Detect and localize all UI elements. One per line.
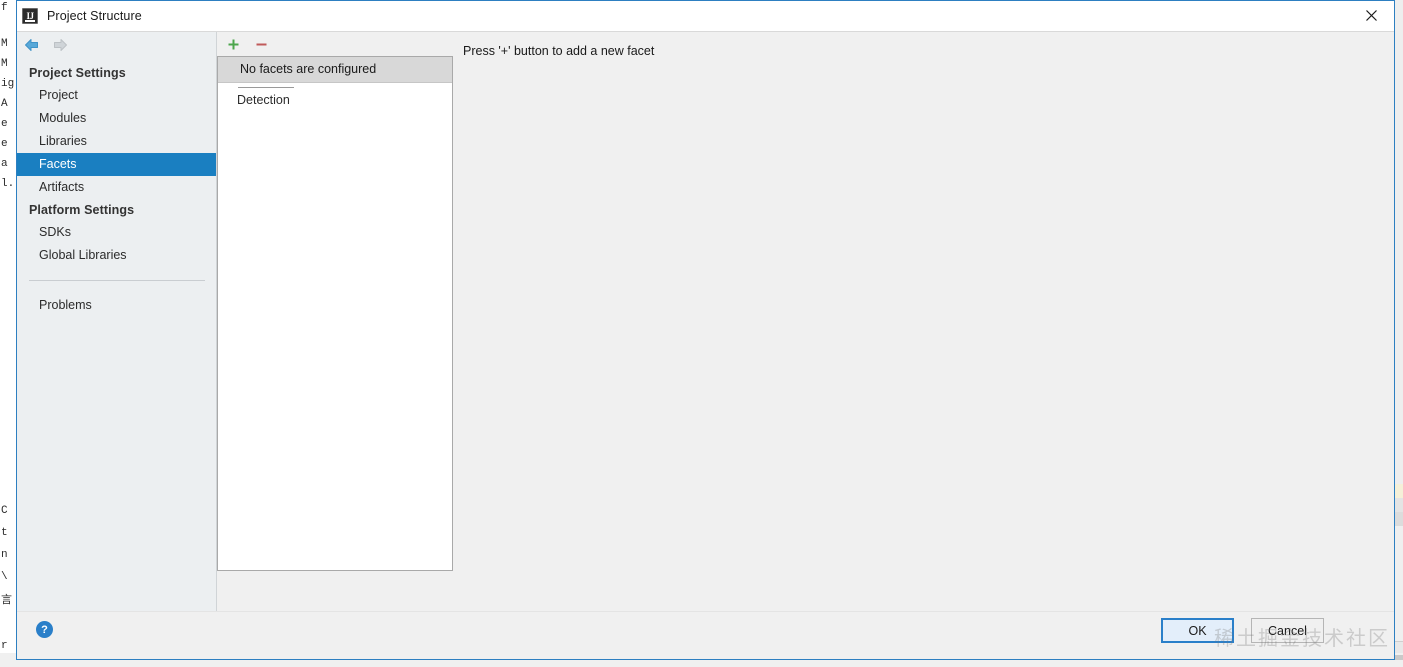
sidebar-item-modules[interactable]: Modules <box>17 107 216 130</box>
background-text-fragment: a <box>1 158 8 170</box>
background-text-fragment: e <box>1 138 8 150</box>
background-text-fragment: 言 <box>1 595 12 607</box>
background-text-fragment: ig <box>1 78 15 90</box>
background-text-fragment: A <box>1 98 8 110</box>
dialog-footer: ? OK Cancel 稀土掘金技术社区 <box>17 611 1394 659</box>
background-text-fragment: r <box>1 640 8 652</box>
minus-icon[interactable] <box>253 36 269 52</box>
sidebar-divider <box>29 280 205 281</box>
background-editor-left-sliver: f M Mig Ae e a l. Ct n \ 言 r <box>0 0 16 667</box>
background-text-fragment: e <box>1 118 8 130</box>
arrow-left-icon[interactable] <box>23 37 41 53</box>
dialog-titlebar: Project Structure <box>17 1 1394 31</box>
sidebar-list: Project Settings Project Modules Librari… <box>17 58 216 317</box>
background-text-fragment: M <box>1 58 8 70</box>
background-text-fragment: \ <box>1 571 8 583</box>
dialog-body: Project Settings Project Modules Librari… <box>17 31 1394 611</box>
facets-list-panel: No facets are configured Detection <box>217 32 453 611</box>
project-structure-dialog: Project Structure <box>16 0 1395 660</box>
close-icon[interactable] <box>1349 1 1394 30</box>
facet-detail-panel: Press '+' button to add a new facet <box>453 32 1394 611</box>
sidebar-item-sdks[interactable]: SDKs <box>17 221 216 244</box>
facets-toolbar <box>217 32 453 56</box>
facets-empty-header[interactable]: No facets are configured <box>218 57 452 83</box>
navigation-arrows <box>17 32 216 58</box>
facet-hint-text: Press '+' button to add a new facet <box>463 44 655 58</box>
arrow-right-icon <box>51 37 69 53</box>
sidebar-item-libraries[interactable]: Libraries <box>17 130 216 153</box>
sidebar-group-project-settings: Project Settings <box>29 66 126 80</box>
plus-icon[interactable] <box>225 36 241 52</box>
background-text-fragment: l. <box>1 178 15 190</box>
sidebar-item-facets[interactable]: Facets <box>17 153 216 176</box>
dialog-title: Project Structure <box>47 9 142 23</box>
facets-tree[interactable]: No facets are configured Detection <box>217 56 453 571</box>
sidebar-item-artifacts[interactable]: Artifacts <box>17 176 216 199</box>
background-text-fragment: t <box>1 527 8 539</box>
sidebar-item-problems[interactable]: Problems <box>17 294 216 317</box>
intellij-idea-icon <box>22 8 38 24</box>
facets-item-detection[interactable]: Detection <box>218 88 452 113</box>
sidebar-item-global-libraries[interactable]: Global Libraries <box>17 244 216 267</box>
background-text-fragment: C <box>1 505 8 517</box>
settings-sidebar: Project Settings Project Modules Librari… <box>17 32 217 611</box>
ok-button[interactable]: OK <box>1161 618 1234 643</box>
background-text-fragment: n <box>1 549 8 561</box>
help-circle-icon[interactable]: ? <box>36 621 53 638</box>
sidebar-item-project[interactable]: Project <box>17 84 216 107</box>
background-text-fragment: f <box>1 2 8 14</box>
cancel-button[interactable]: Cancel <box>1251 618 1324 643</box>
sidebar-group-platform-settings: Platform Settings <box>29 203 135 217</box>
background-text-fragment: M <box>1 38 8 50</box>
